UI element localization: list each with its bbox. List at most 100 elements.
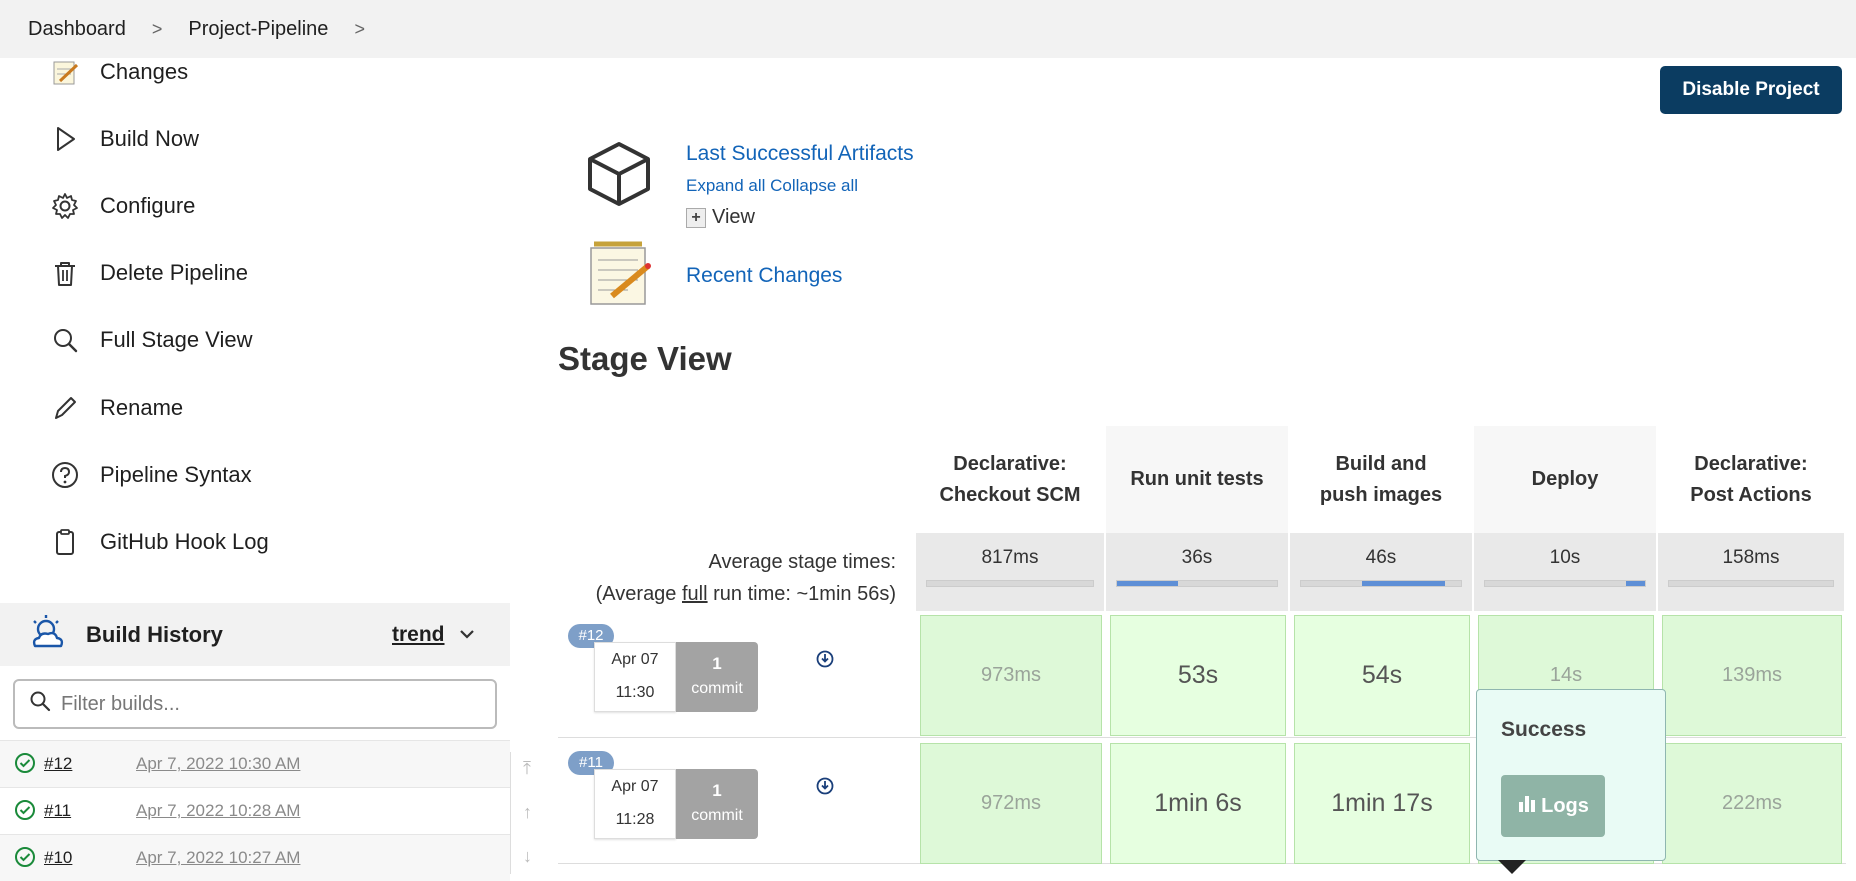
logs-button[interactable]: Logs bbox=[1501, 775, 1605, 837]
expand-plus-icon[interactable]: + bbox=[686, 207, 706, 228]
build-row[interactable]: #11 Apr 7, 2022 10:28 AM bbox=[0, 787, 510, 834]
sidebar-item-label: Delete Pipeline bbox=[100, 260, 248, 285]
stage-average-bar bbox=[926, 580, 1094, 587]
scroll-top-icon[interactable]: ⤒ bbox=[523, 758, 531, 779]
last-successful-artifacts-link[interactable]: Last Successful Artifacts bbox=[686, 142, 914, 166]
trend-link[interactable]: trend bbox=[392, 623, 445, 647]
commit-count-box[interactable]: 1 commit bbox=[676, 769, 758, 839]
stage-average-bar bbox=[1484, 580, 1646, 587]
disable-project-button[interactable]: Disable Project bbox=[1660, 66, 1842, 114]
popover-pointer bbox=[1498, 860, 1526, 874]
sidebar-item-label: Build Now bbox=[100, 126, 200, 151]
stage-cell-run-unit-tests[interactable]: 53s bbox=[1110, 615, 1286, 736]
breadcrumb-project[interactable]: Project-Pipeline bbox=[188, 18, 328, 41]
run-time: 11:28 bbox=[615, 811, 655, 828]
stage-average-bar bbox=[1116, 580, 1278, 587]
breadcrumb-dashboard[interactable]: Dashboard bbox=[28, 18, 126, 41]
sidebar-item-full-stage-view[interactable]: Full Stage View bbox=[48, 320, 252, 360]
sidebar-item-configure[interactable]: Configure bbox=[48, 186, 195, 226]
scroll-down-icon[interactable]: ↓ bbox=[523, 846, 532, 867]
stage-cell-build-push-images[interactable]: 54s bbox=[1294, 615, 1470, 736]
stage-name-line: Post Actions bbox=[1690, 483, 1812, 506]
build-number-link[interactable]: #11 bbox=[44, 801, 71, 821]
package-box-icon bbox=[586, 140, 652, 213]
stage-average-time: 10s bbox=[1474, 533, 1658, 611]
collapse-all-link[interactable]: Collapse all bbox=[770, 176, 858, 195]
commit-word: commit bbox=[691, 680, 743, 697]
weather-icon bbox=[28, 612, 68, 657]
build-number-link[interactable]: #10 bbox=[44, 848, 72, 868]
commit-count: 1 bbox=[712, 781, 722, 800]
stage-cell-run-unit-tests[interactable]: 1min 6s bbox=[1110, 743, 1286, 864]
breadcrumb: Dashboard > Project-Pipeline > bbox=[0, 0, 1856, 58]
stage-average-time: 158ms bbox=[1658, 533, 1846, 611]
recent-changes-link[interactable]: Recent Changes bbox=[686, 264, 842, 288]
stage-average-bar-fill bbox=[1117, 581, 1178, 586]
stage-average-bar bbox=[1300, 580, 1462, 587]
average-stage-times-label: Average stage times: (Average full run t… bbox=[560, 546, 896, 610]
stage-average-bar-fill bbox=[1361, 581, 1445, 586]
stage-average-value: 158ms bbox=[1722, 547, 1780, 568]
stage-header-post-actions: Declarative: Post Actions bbox=[1658, 426, 1846, 533]
sidebar-item-github-hook-log[interactable]: GitHub Hook Log bbox=[48, 522, 269, 562]
filter-builds-field[interactable] bbox=[13, 679, 497, 729]
scroll-up-icon[interactable]: ↑ bbox=[523, 802, 532, 823]
sidebar-item-label: Configure bbox=[100, 193, 196, 218]
chevron-down-icon[interactable] bbox=[458, 625, 476, 648]
stage-cell-build-push-images[interactable]: 1min 17s bbox=[1294, 743, 1470, 864]
search-icon bbox=[29, 690, 51, 718]
sidebar-item-label: GitHub Hook Log bbox=[100, 529, 269, 554]
sidebar-item-delete-pipeline[interactable]: Delete Pipeline bbox=[48, 253, 248, 293]
stage-cell-checkout-scm[interactable]: 972ms bbox=[920, 743, 1102, 864]
artifact-view-row[interactable]: + View bbox=[686, 206, 755, 229]
stage-average-value: 36s bbox=[1181, 547, 1213, 568]
breadcrumb-separator[interactable]: > bbox=[354, 19, 365, 40]
commit-word: commit bbox=[691, 807, 743, 824]
stage-cell-post-actions[interactable]: 222ms bbox=[1662, 743, 1842, 864]
expand-collapse-links: Expand all Collapse all bbox=[686, 176, 858, 196]
run-date: Apr 07 bbox=[611, 651, 659, 668]
build-date-link[interactable]: Apr 7, 2022 10:28 AM bbox=[136, 801, 300, 821]
stage-name-line: Deploy bbox=[1531, 468, 1599, 490]
average-stage-times-heading: Average stage times: bbox=[708, 551, 896, 573]
build-history-header: Build History trend bbox=[0, 603, 510, 666]
trash-icon bbox=[48, 256, 82, 290]
sidebar-item-pipeline-syntax[interactable]: Pipeline Syntax bbox=[48, 455, 252, 495]
build-number-link[interactable]: #12 bbox=[44, 754, 72, 774]
build-row[interactable]: #12 Apr 7, 2022 10:30 AM bbox=[0, 740, 510, 787]
stage-average-value: 817ms bbox=[981, 547, 1039, 568]
build-history-scroll-controls: ⤒ ↑ ↓ bbox=[510, 752, 552, 874]
view-label: View bbox=[712, 206, 755, 228]
help-icon bbox=[48, 458, 82, 492]
stage-average-time: 36s bbox=[1106, 533, 1290, 611]
stage-average-bar-fill bbox=[1625, 581, 1645, 586]
bar-chart-icon bbox=[1517, 793, 1537, 819]
average-full-run-time: (Average full run time: ~1min 56s) bbox=[560, 578, 896, 610]
sidebar-item-rename[interactable]: Rename bbox=[48, 388, 183, 428]
stage-cell-checkout-scm[interactable]: 973ms bbox=[920, 615, 1102, 736]
success-check-icon bbox=[14, 846, 36, 873]
stage-average-value: 46s bbox=[1365, 547, 1397, 568]
sidebar-item-changes[interactable]: Changes bbox=[48, 52, 188, 92]
run-time: 11:30 bbox=[615, 684, 655, 701]
stage-name-line: Checkout SCM bbox=[939, 483, 1081, 506]
commit-count-box[interactable]: 1 commit bbox=[676, 642, 758, 712]
stage-name-line: Build and bbox=[1335, 452, 1427, 475]
logs-button-label: Logs bbox=[1541, 794, 1589, 817]
stage-name-line: Declarative: bbox=[1694, 452, 1808, 475]
sidebar-item-build-now[interactable]: Build Now bbox=[48, 119, 199, 159]
expand-all-link[interactable]: Expand all bbox=[686, 176, 765, 195]
download-icon[interactable] bbox=[816, 650, 834, 673]
filter-builds-input[interactable] bbox=[61, 692, 461, 716]
download-icon[interactable] bbox=[816, 777, 834, 800]
stage-header-deploy: Deploy bbox=[1474, 426, 1658, 533]
full-link[interactable]: full bbox=[682, 583, 708, 605]
build-date-link[interactable]: Apr 7, 2022 10:27 AM bbox=[136, 848, 300, 868]
stage-header-build-push-images: Build and push images bbox=[1290, 426, 1474, 533]
stage-view-title: Stage View bbox=[558, 340, 732, 377]
build-date-link[interactable]: Apr 7, 2022 10:30 AM bbox=[136, 754, 300, 774]
play-icon bbox=[48, 122, 82, 156]
run-date-box: Apr 07 11:28 bbox=[594, 769, 676, 839]
stage-cell-post-actions[interactable]: 139ms bbox=[1662, 615, 1842, 736]
stage-name-line: Run unit tests bbox=[1130, 468, 1264, 490]
